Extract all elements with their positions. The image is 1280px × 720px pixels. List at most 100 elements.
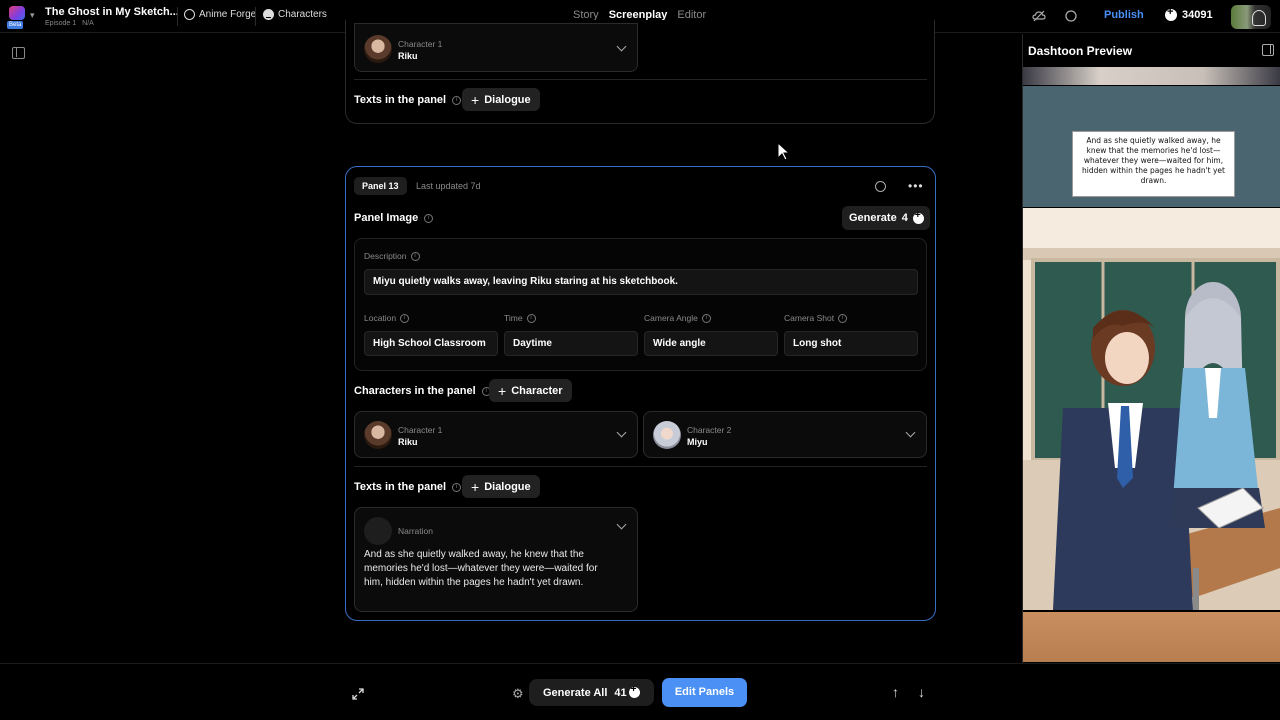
sidebar-toggle-icon[interactable] [12,47,25,59]
chevron-down-icon [616,41,627,52]
character-name: Riku [398,437,418,447]
gear-icon[interactable]: ⚙ [512,686,524,702]
last-updated: Last updated 7d [416,181,481,191]
add-character-button[interactable]: + Character [489,379,572,402]
beta-badge: Beta [7,21,24,29]
time-label: Time i [504,313,536,323]
info-icon[interactable]: i [400,313,410,323]
panel-toggle-icon[interactable] [1262,44,1274,56]
info-icon[interactable]: i [424,213,434,223]
info-icon[interactable]: i [526,313,536,323]
preview-title: Dashtoon Preview [1028,44,1133,58]
avatar [364,421,392,449]
chevron-down-icon [616,427,627,438]
character-name: Miyu [687,437,708,447]
preview-frame-image[interactable] [1023,208,1280,610]
camera-angle-label: Camera Angle i [644,313,711,323]
description-input[interactable]: Miyu quietly walks away, leaving Riku st… [364,269,918,295]
credit-icon [1165,6,1177,21]
arrow-down-icon[interactable]: ↓ [918,684,925,700]
classroom-illustration [1023,208,1280,610]
info-icon[interactable]: i [701,313,711,323]
divider [354,466,927,467]
credits-display[interactable]: 34091 [1165,6,1213,21]
chevron-down-icon [905,427,916,438]
divider [177,7,178,26]
character-selector[interactable]: Character 1 Riku [354,23,638,72]
texts-in-panel-label: Texts in the panel i [354,94,462,106]
time-field[interactable]: Daytime [504,331,638,356]
character-name: Riku [398,51,418,61]
expand-icon[interactable] [352,688,364,700]
narration-label: Narration [398,526,433,536]
info-icon[interactable]: i [452,482,462,492]
bottom-toolbar: ⚙ Generate All 41 Edit Panels ↑ ↓ [0,663,1280,720]
character-selector-1[interactable]: Character 1 Riku [354,411,638,458]
anime-forge-link[interactable]: Anime Forge [184,9,256,20]
info-icon[interactable]: i [410,251,420,261]
divider [255,7,256,26]
narration-text[interactable]: And as she quietly walked away, he knew … [364,548,614,590]
palette-icon [184,9,195,20]
description-label: Description i [364,251,420,261]
credit-icon [912,210,924,224]
episode-label: Episode 1 N/A [45,20,94,27]
location-label: Location i [364,313,410,323]
generate-all-button[interactable]: Generate All 41 [529,679,654,706]
project-title[interactable]: The Ghost in My Sketch... [45,6,179,18]
generate-button[interactable]: Generate 4 [842,206,930,230]
chevron-down-icon[interactable] [616,519,627,530]
generate-all-cost: 41 [614,686,627,699]
characters-in-panel-label: Characters in the panel i [354,385,491,397]
character-role: Character 1 [398,39,443,49]
character-role: Character 1 [398,425,443,435]
avatar [653,421,681,449]
comment-icon[interactable] [875,181,886,192]
cloud-off-icon[interactable] [1032,9,1046,23]
narration-text-box[interactable]: Narration And as she quietly walked away… [354,507,638,612]
plus-icon: + [471,91,480,108]
dashtoon-preview: Dashtoon Preview And as she quietly walk… [1022,34,1280,664]
panel-image-label: Panel Image i [354,212,434,224]
character-selector-2[interactable]: Character 2 Miyu [643,411,927,458]
info-icon[interactable]: i [452,95,462,105]
preview-frame[interactable] [1023,612,1280,662]
chevron-down-icon[interactable]: ▾ [30,10,35,21]
face-icon [263,9,274,20]
preview-frame-narration[interactable]: And as she quietly walked away, he knew … [1023,86,1280,207]
add-dialogue-button[interactable]: + Dialogue [462,475,540,498]
publish-button[interactable]: Publish [1104,9,1144,21]
location-field[interactable]: High School Classroom [364,331,498,356]
mouse-cursor-icon [777,142,791,161]
preview-frame[interactable] [1023,67,1280,85]
more-options-icon[interactable]: ••• [908,179,924,193]
generate-cost: 4 [901,212,908,224]
add-dialogue-button[interactable]: + Dialogue [462,88,540,111]
chat-icon[interactable] [1064,9,1078,23]
preview-narration-text: And as she quietly walked away, he knew … [1072,131,1235,197]
plus-icon: + [498,382,507,399]
credit-icon [628,684,640,698]
panel-number-badge: Panel 13 [354,177,407,195]
characters-label: Characters [278,9,327,20]
panel-card: Panel 13 Last updated 7d ••• Panel Image… [345,166,936,621]
episode-status: N/A [82,20,94,27]
avatar [364,35,392,63]
plus-icon: + [471,478,480,495]
edit-panels-button[interactable]: Edit Panels [662,678,747,707]
credits-count: 34091 [1182,9,1213,21]
camera-shot-label: Camera Shot i [784,313,848,323]
image-settings-box: Description i Miyu quietly walks away, le… [354,238,927,371]
character-role: Character 2 [687,425,732,435]
arrow-up-icon[interactable]: ↑ [892,684,899,700]
app-logo[interactable]: Beta [7,5,27,29]
characters-link[interactable]: Characters [263,9,327,20]
user-avatar[interactable] [1231,5,1271,29]
camera-angle-field[interactable]: Wide angle [644,331,778,356]
avatar [364,517,392,545]
anime-forge-label: Anime Forge [199,9,257,20]
texts-in-panel-label: Texts in the panel i [354,481,462,493]
camera-shot-field[interactable]: Long shot [784,331,918,356]
divider [354,79,927,80]
info-icon[interactable]: i [838,313,848,323]
